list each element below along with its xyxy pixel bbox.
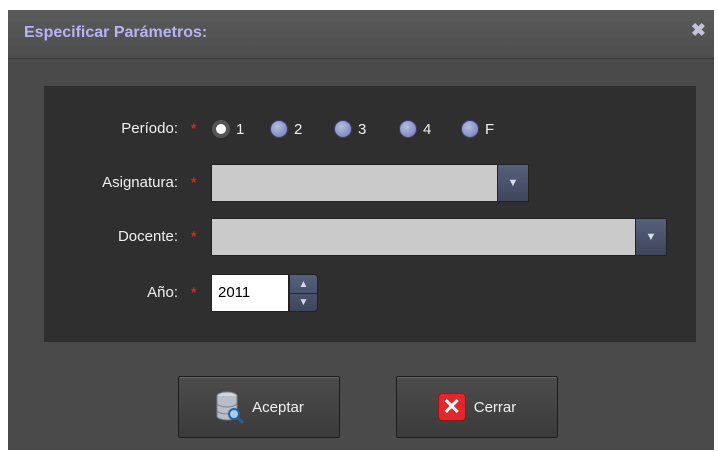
dialog-title: Especificar Parámetros:	[24, 24, 208, 41]
periodo-radio-2[interactable]: 2	[270, 118, 302, 140]
anio-spinner[interactable]: ▲ ▼	[289, 274, 318, 312]
periodo-radio-1[interactable]: 1	[212, 118, 244, 140]
anio-required-marker: *	[191, 284, 197, 300]
parameters-dialog: Especificar Parámetros: ✖ Período: * 1 2…	[8, 10, 714, 450]
periodo-option-label: 4	[423, 120, 432, 138]
docente-dropdown-button[interactable]: ▼	[635, 219, 666, 255]
red-x-icon: ✕	[437, 393, 466, 421]
periodo-option-label: 2	[294, 120, 303, 138]
dialog-titlebar[interactable]: Especificar Parámetros: ✖	[8, 10, 714, 59]
periodo-option-label: 1	[236, 120, 245, 138]
chevron-up-icon[interactable]: ▲	[290, 275, 317, 294]
chevron-down-icon[interactable]: ▼	[290, 293, 317, 311]
radio-icon	[334, 120, 352, 138]
accept-button-label: Aceptar	[252, 398, 304, 416]
asignatura-combobox[interactable]: ▼	[211, 164, 529, 202]
asignatura-dropdown-button[interactable]: ▼	[497, 165, 528, 201]
close-icon[interactable]: ✖	[691, 20, 706, 41]
anio-input[interactable]: 2011	[211, 274, 289, 312]
periodo-required-marker: *	[191, 120, 197, 136]
radio-icon	[270, 120, 288, 138]
periodo-radio-f[interactable]: F	[461, 118, 494, 140]
radio-icon	[399, 120, 417, 138]
anio-label: Año:	[147, 284, 178, 301]
periodo-label: Período:	[121, 120, 178, 137]
chevron-down-icon: ▼	[645, 231, 657, 243]
docente-combobox[interactable]: ▼	[211, 218, 667, 256]
radio-selected-icon	[212, 120, 230, 138]
accept-button[interactable]: Aceptar	[178, 376, 340, 438]
asignatura-label: Asignatura:	[102, 174, 178, 191]
form-panel: Período: * 1 2 3 4 F Asignatura: * ▼ Doc…	[44, 86, 696, 342]
periodo-option-label: 3	[358, 120, 367, 138]
docente-label: Docente:	[117, 228, 178, 245]
chevron-down-icon: ▼	[507, 177, 519, 189]
database-search-icon	[216, 391, 245, 424]
docente-required-marker: *	[191, 228, 197, 244]
periodo-radio-4[interactable]: 4	[399, 118, 431, 140]
close-button-label: Cerrar	[473, 398, 517, 416]
asignatura-required-marker: *	[191, 174, 197, 190]
periodo-radio-3[interactable]: 3	[334, 118, 366, 140]
periodo-option-label: F	[485, 120, 495, 138]
radio-icon	[461, 120, 479, 138]
close-button[interactable]: ✕ Cerrar	[396, 376, 558, 438]
